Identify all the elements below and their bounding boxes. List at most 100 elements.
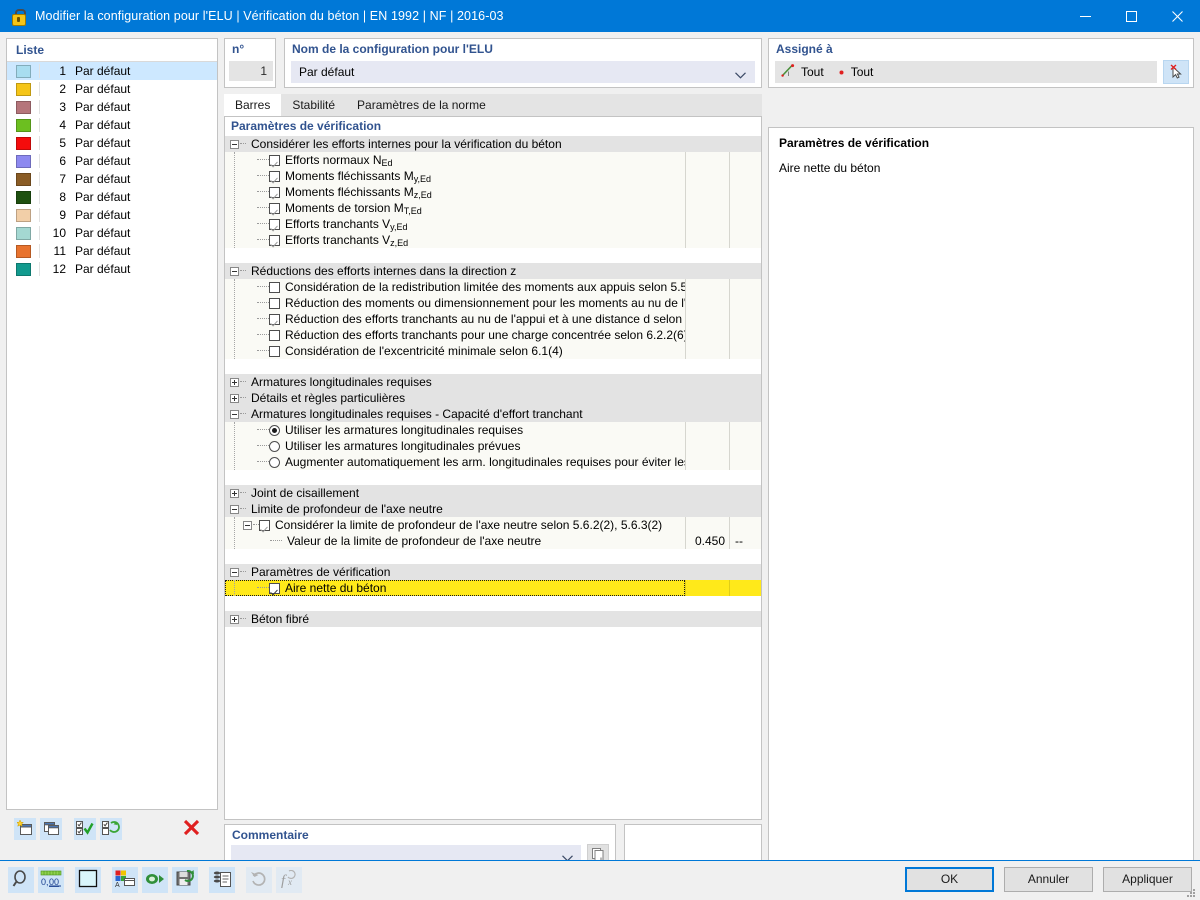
- tab-param-tres-de-la-norme[interactable]: Paramètres de la norme: [346, 94, 497, 116]
- color-swatch: [16, 208, 31, 222]
- maximize-icon[interactable]: [1108, 0, 1154, 32]
- tree-item-row[interactable]: Efforts tranchants Vy,Ed: [225, 216, 761, 232]
- collapse-icon[interactable]: [230, 567, 239, 577]
- checkbox[interactable]: [269, 281, 280, 293]
- list-item[interactable]: 11 Par défaut: [7, 242, 217, 260]
- collapse-icon[interactable]: [243, 520, 252, 530]
- tree-item-row[interactable]: Moments fléchissants My,Ed: [225, 168, 761, 184]
- save-config-button[interactable]: [172, 867, 198, 893]
- tree-group-row[interactable]: Détails et règles particulières: [225, 390, 761, 406]
- checkbox[interactable]: [269, 186, 280, 198]
- list-item[interactable]: 1 Par défaut: [7, 62, 217, 80]
- invert-selection-button[interactable]: [100, 818, 122, 840]
- tree-row-value[interactable]: 0.450: [685, 533, 729, 549]
- collapse-icon[interactable]: [230, 504, 239, 514]
- checkbox[interactable]: [269, 297, 280, 309]
- import-button[interactable]: [142, 867, 168, 893]
- config-name-combo[interactable]: Par défaut: [291, 61, 755, 83]
- list-item-number: 4: [39, 118, 68, 132]
- tree-group-row[interactable]: Joint de cisaillement: [225, 485, 761, 501]
- tree-item-row[interactable]: Efforts normaux NEd: [225, 152, 761, 168]
- minimize-icon[interactable]: [1062, 0, 1108, 32]
- copy-config-button[interactable]: [40, 818, 62, 840]
- tree-group-row[interactable]: Considérer les efforts internes pour la …: [225, 136, 761, 152]
- tree-item-row[interactable]: Valeur de la limite de profondeur de l'a…: [225, 533, 761, 549]
- tree-item-row[interactable]: Utiliser les armatures longitudinales re…: [225, 422, 761, 438]
- list-item[interactable]: 3 Par défaut: [7, 98, 217, 116]
- tree-item-row[interactable]: Moments de torsion MT,Ed: [225, 200, 761, 216]
- tree-item-row[interactable]: Réduction des efforts tranchants au nu d…: [225, 311, 761, 327]
- list-item[interactable]: 2 Par défaut: [7, 80, 217, 98]
- list-item[interactable]: 10 Par défaut: [7, 224, 217, 242]
- units-button[interactable]: 0, 00: [38, 867, 64, 893]
- checkbox[interactable]: [269, 582, 280, 594]
- expand-icon[interactable]: [230, 393, 239, 403]
- delete-config-button[interactable]: [180, 818, 202, 840]
- tree-item-row[interactable]: Efforts tranchants Vz,Ed: [225, 232, 761, 248]
- tree-row-label-cell: Considération de la redistribution limit…: [225, 279, 685, 295]
- expand-icon[interactable]: [230, 614, 239, 624]
- ok-button[interactable]: OK: [905, 867, 994, 892]
- expand-icon[interactable]: [230, 377, 239, 387]
- number-field[interactable]: 1: [229, 61, 273, 81]
- apply-button[interactable]: Appliquer: [1103, 867, 1192, 892]
- tab-barres[interactable]: Barres: [224, 94, 282, 116]
- tree-group-row[interactable]: Limite de profondeur de l'axe neutre: [225, 501, 761, 517]
- tree-item-row[interactable]: Augmenter automatiquement les arm. longi…: [225, 454, 761, 470]
- cancel-button[interactable]: Annuler: [1004, 867, 1093, 892]
- checkbox[interactable]: [269, 313, 280, 325]
- checkbox[interactable]: [259, 519, 270, 531]
- tree-item-row[interactable]: Considération de la redistribution limit…: [225, 279, 761, 295]
- tree-group-row[interactable]: Paramètres de vérification: [225, 564, 761, 580]
- list-item[interactable]: 12 Par défaut: [7, 260, 217, 278]
- settings-tree[interactable]: Considérer les efforts internes pour la …: [225, 136, 761, 627]
- checkbox[interactable]: [269, 234, 280, 246]
- tree-item-row[interactable]: Aire nette du béton: [225, 580, 761, 596]
- list-item[interactable]: 4 Par défaut: [7, 116, 217, 134]
- tree-item-row[interactable]: Réduction des efforts tranchants pour un…: [225, 327, 761, 343]
- checkbox[interactable]: [269, 202, 280, 214]
- list-item[interactable]: 8 Par défaut: [7, 188, 217, 206]
- tree-group-row[interactable]: Armatures longitudinales requises - Capa…: [225, 406, 761, 422]
- config-list[interactable]: 1 Par défaut 2 Par défaut 3 Par défaut 4 Par dé…: [7, 62, 217, 278]
- color-button[interactable]: [75, 867, 101, 893]
- resize-grip[interactable]: [1185, 887, 1197, 899]
- radio-button[interactable]: [269, 440, 280, 452]
- list-item[interactable]: 9 Par défaut: [7, 206, 217, 224]
- tree-item-row[interactable]: Considérer la limite de profondeur de l'…: [225, 517, 761, 533]
- tree-item-row[interactable]: Moments fléchissants Mz,Ed: [225, 184, 761, 200]
- tab-stabilit[interactable]: Stabilité: [281, 94, 346, 116]
- radio-button[interactable]: [269, 456, 280, 468]
- search-button[interactable]: [8, 867, 34, 893]
- checkbox[interactable]: [269, 218, 280, 230]
- collapse-icon[interactable]: [230, 409, 239, 419]
- checkbox[interactable]: [269, 329, 280, 341]
- dialog-window: Modifier la configuration pour l'ELU | V…: [0, 0, 1200, 900]
- tree-connector: [257, 429, 269, 431]
- tree-group-row[interactable]: Réductions des efforts internes dans la …: [225, 263, 761, 279]
- close-icon[interactable]: [1154, 0, 1200, 32]
- report-button[interactable]: [209, 867, 235, 893]
- radio-button[interactable]: [269, 424, 280, 436]
- collapse-icon[interactable]: [230, 266, 239, 276]
- clear-selection-icon[interactable]: [1163, 60, 1189, 84]
- list-item[interactable]: 5 Par défaut: [7, 134, 217, 152]
- assigned-field[interactable]: I Tout Tout: [775, 61, 1157, 83]
- list-item[interactable]: 7 Par défaut: [7, 170, 217, 188]
- list-item[interactable]: 6 Par défaut: [7, 152, 217, 170]
- collapse-icon[interactable]: [230, 139, 239, 149]
- tree-item-row[interactable]: Utiliser les armatures longitudinales pr…: [225, 438, 761, 454]
- new-config-button[interactable]: [14, 818, 36, 840]
- tree-group-row[interactable]: Armatures longitudinales requises: [225, 374, 761, 390]
- tree-item-row[interactable]: Considération de l'excentricité minimale…: [225, 343, 761, 359]
- tree-group-row[interactable]: Béton fibré: [225, 611, 761, 627]
- checkbox[interactable]: [269, 345, 280, 357]
- display-properties-button[interactable]: A: [112, 867, 138, 893]
- expand-icon[interactable]: [230, 488, 239, 498]
- select-all-button[interactable]: [74, 818, 96, 840]
- tree-guide: [234, 517, 235, 549]
- checkbox[interactable]: [269, 154, 280, 166]
- tree-item-row[interactable]: Réduction des moments ou dimensionnement…: [225, 295, 761, 311]
- list-item-label: Par défaut: [75, 100, 131, 114]
- checkbox[interactable]: [269, 170, 280, 182]
